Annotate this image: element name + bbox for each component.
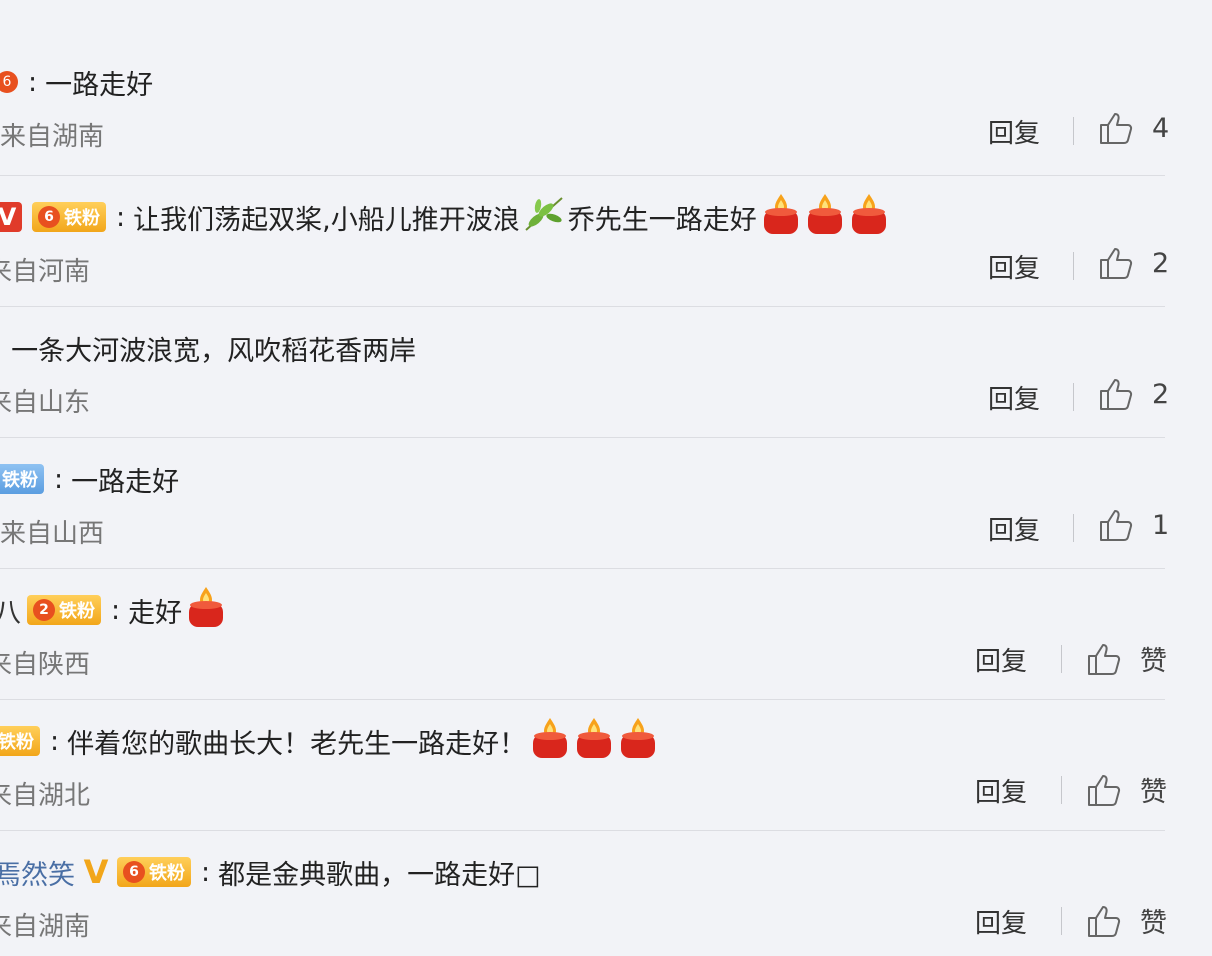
comment-list: 6 : 一路走好 来自湖南 回复 4 V 6 铁粉 : 让我们荡起双桨,小船儿推… <box>0 0 1212 956</box>
action-divider <box>1073 514 1074 542</box>
comment-body: 焉然笑 V 6 铁粉 : 都是金典歌曲，一路走好□ <box>0 850 541 894</box>
fan-badge-label: 铁粉 <box>2 470 38 491</box>
comment-body: 铁粉 : 一路走好 <box>0 457 179 501</box>
reply-button[interactable]: 回复 <box>975 903 1027 940</box>
reply-button[interactable]: 回复 <box>988 510 1040 547</box>
fan-badge: 铁粉 <box>0 464 44 494</box>
comment-location: 来自湖南 <box>0 912 91 942</box>
like-button[interactable]: 赞 <box>1086 901 1167 940</box>
comment-colon: : <box>111 594 121 626</box>
action-divider <box>1061 776 1062 804</box>
praise-label: 赞 <box>1140 777 1167 808</box>
level-badge: 6 <box>38 206 60 228</box>
username[interactable]: 八 <box>0 591 21 630</box>
candle-emoji-icon <box>530 716 570 767</box>
fan-badge-label: 铁粉 <box>59 601 95 622</box>
comment-text: 一路走好 <box>45 69 154 101</box>
like-button[interactable]: 2 <box>1098 246 1169 280</box>
candle-emoji-icon <box>761 192 801 243</box>
like-button[interactable]: 2 <box>1098 377 1169 411</box>
fan-badge: 铁粉 <box>0 726 40 756</box>
comment-text: 一路走好 <box>71 466 180 498</box>
comment-colon: : <box>116 201 126 233</box>
reply-button[interactable]: 回复 <box>988 113 1040 150</box>
praise-label: 赞 <box>1140 646 1167 677</box>
fan-badge-label: 铁粉 <box>64 208 100 229</box>
action-divider <box>1073 383 1074 411</box>
like-count: 2 <box>1152 247 1170 279</box>
comment-text: 走好 <box>128 597 183 629</box>
level-badge: 2 <box>33 599 55 621</box>
comment-text-2: 乔先生一路走好 <box>567 204 757 236</box>
thumbs-up-icon <box>1098 508 1134 542</box>
fan-badge-label: 铁粉 <box>149 863 185 884</box>
like-count: 4 <box>1152 112 1170 144</box>
comment-item: 铁粉 : 一路走好 来自山西 回复 1 <box>0 438 1169 569</box>
thumbs-up-icon <box>1086 642 1122 676</box>
vip-v-icon: V <box>83 853 109 891</box>
like-count: 1 <box>1152 509 1170 541</box>
leaf-emoji-icon <box>522 194 566 241</box>
fan-badge: 6 铁粉 <box>117 857 191 887</box>
reply-button[interactable]: 回复 <box>975 772 1027 809</box>
comment-colon: : <box>0 333 3 364</box>
reply-button[interactable]: 回复 <box>988 248 1040 285</box>
like-count: 2 <box>1152 378 1170 410</box>
comment-body: 铁粉 : 伴着您的歌曲长大！老先生一路走好！ <box>0 717 658 763</box>
comment-location: 来自河南 <box>0 257 91 287</box>
level-badge: 6 <box>0 71 18 93</box>
comment-body: V 6 铁粉 : 让我们荡起双桨,小船儿推开波浪 乔先生一路走好 <box>0 193 889 241</box>
like-button[interactable]: 4 <box>1098 111 1169 145</box>
action-divider <box>1073 252 1074 280</box>
username[interactable]: 焉然笑 <box>0 853 75 892</box>
candle-emoji-icon <box>849 192 889 243</box>
reply-button[interactable]: 回复 <box>988 379 1040 416</box>
comment-body: : 一条大河波浪宽，风吹稻花香两岸 <box>0 326 416 370</box>
fan-badge: 6 铁粉 <box>32 202 106 232</box>
thumbs-up-icon <box>1098 111 1134 145</box>
comment-body: 6 : 一路走好 <box>0 60 153 104</box>
action-divider <box>1061 645 1062 673</box>
comment-location: 来自陕西 <box>0 650 91 680</box>
action-divider <box>1073 117 1074 145</box>
comment-location: 来自山东 <box>0 388 91 418</box>
comment-colon: : <box>28 66 38 98</box>
comment-colon: : <box>54 463 64 495</box>
comment-colon: : <box>201 856 211 888</box>
fan-badge-label: 铁粉 <box>0 732 34 753</box>
thumbs-up-icon <box>1086 904 1122 938</box>
thumbs-up-icon <box>1086 773 1122 807</box>
like-button[interactable]: 赞 <box>1086 770 1167 809</box>
comment-text: 一条大河波浪宽，风吹稻花香两岸 <box>11 335 417 367</box>
vip-v-icon: V <box>0 202 22 232</box>
comment-item: : 一条大河波浪宽，风吹稻花香两岸 来自山东 回复 2 <box>0 307 1169 438</box>
comment-body: 八 2 铁粉 : 走好 <box>0 586 226 632</box>
level-badge: 6 <box>123 861 145 883</box>
comment-location: 来自山西 <box>0 519 105 549</box>
candle-emoji-icon <box>186 585 226 636</box>
comment-item: 6 : 一路走好 来自湖南 回复 4 <box>0 41 1169 176</box>
fan-badge: 2 铁粉 <box>27 595 101 625</box>
thumbs-up-icon <box>1098 246 1134 280</box>
comment-location: 来自湖北 <box>0 781 91 811</box>
comment-text: 伴着您的歌曲长大！老先生一路走好！ <box>67 728 527 760</box>
comment-location: 来自湖南 <box>0 122 105 152</box>
like-button[interactable]: 1 <box>1098 508 1169 542</box>
comment-item: V 6 铁粉 : 让我们荡起双桨,小船儿推开波浪 乔先生一路走好 来自河南 回复… <box>0 176 1169 307</box>
candle-emoji-icon <box>574 716 614 767</box>
candle-emoji-icon <box>618 716 658 767</box>
candle-emoji-icon <box>805 192 845 243</box>
thumbs-up-icon <box>1098 377 1134 411</box>
comment-text: 让我们荡起双桨,小船儿推开波浪 <box>133 204 520 236</box>
action-divider <box>1061 907 1062 935</box>
reply-button[interactable]: 回复 <box>975 641 1027 678</box>
comment-item: 铁粉 : 伴着您的歌曲长大！老先生一路走好！ 来自湖北 回复 赞 <box>0 700 1167 831</box>
like-button[interactable]: 赞 <box>1086 639 1167 678</box>
praise-label: 赞 <box>1140 908 1167 939</box>
comment-text: 都是金典歌曲，一路走好□ <box>218 859 541 891</box>
comment-item: 焉然笑 V 6 铁粉 : 都是金典歌曲，一路走好□ 来自湖南 回复 赞 <box>0 831 1167 956</box>
comment-item: 八 2 铁粉 : 走好 来自陕西 回复 赞 <box>0 569 1167 700</box>
comment-colon: : <box>50 725 60 757</box>
